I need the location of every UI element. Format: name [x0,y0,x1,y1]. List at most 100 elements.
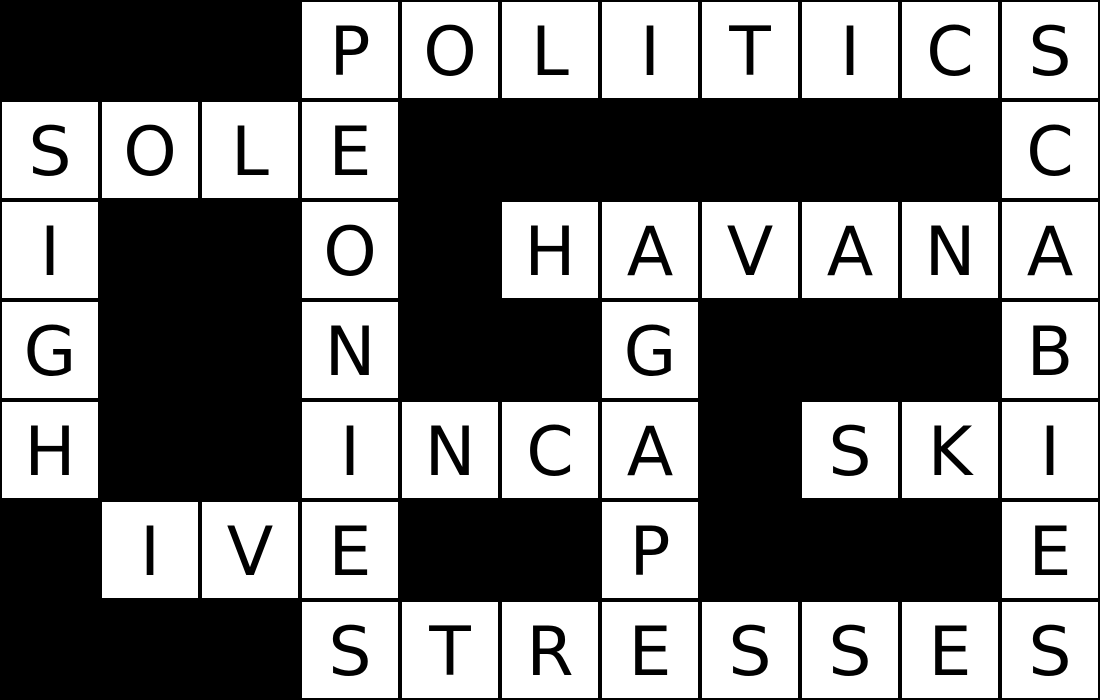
cell-letter: I [1039,413,1061,492]
black-square [900,500,1000,600]
black-square [100,600,200,700]
letter-cell[interactable]: C [500,400,600,500]
letter-cell[interactable]: S [800,400,900,500]
letter-cell[interactable]: C [900,0,1000,100]
letter-cell[interactable]: A [1000,200,1100,300]
black-square [100,400,200,500]
cell-letter: C [526,413,574,492]
letter-cell[interactable]: S [1000,600,1100,700]
cell-letter: T [429,613,471,692]
cell-letter: E [328,513,372,592]
letter-cell[interactable]: N [900,200,1000,300]
cell-letter: R [526,613,574,692]
letter-cell[interactable]: E [300,500,400,600]
letter-cell[interactable]: A [600,400,700,500]
cell-letter: P [629,513,671,592]
cell-letter: H [24,413,76,492]
black-square [600,100,700,200]
letter-cell[interactable]: I [1000,400,1100,500]
letter-cell[interactable]: I [300,400,400,500]
black-square [200,400,300,500]
cell-letter: P [329,13,371,92]
letter-cell[interactable]: V [700,200,800,300]
letter-cell[interactable]: A [800,200,900,300]
letter-cell[interactable]: I [800,0,900,100]
cell-letter: T [729,13,771,92]
cell-letter: O [123,113,177,192]
cell-letter: A [626,213,674,292]
cell-letter: S [28,113,72,192]
letter-cell[interactable]: L [200,100,300,200]
letter-cell[interactable]: B [1000,300,1100,400]
letter-cell[interactable]: I [0,200,100,300]
cell-letter: N [324,313,376,392]
letter-cell[interactable]: N [300,300,400,400]
letter-cell[interactable]: S [0,100,100,200]
cell-letter: G [623,313,677,392]
letter-cell[interactable]: E [1000,500,1100,600]
letter-cell[interactable]: E [900,600,1000,700]
letter-cell[interactable]: P [600,500,700,600]
letter-cell[interactable]: O [100,100,200,200]
letter-cell[interactable]: S [800,600,900,700]
letter-cell[interactable]: R [500,600,600,700]
cell-letter: S [728,613,772,692]
black-square [400,300,500,400]
letter-cell[interactable]: S [1000,0,1100,100]
black-square [800,500,900,600]
letter-cell[interactable]: S [300,600,400,700]
black-square [100,0,200,100]
crossword-grid: POLITICSSOLECIOHAVANAGNGBHINCASKIIVEPEST… [0,0,1100,700]
letter-cell[interactable]: O [400,0,500,100]
black-square [700,500,800,600]
cell-letter: A [626,413,674,492]
letter-cell[interactable]: E [600,600,700,700]
letter-cell[interactable]: I [100,500,200,600]
cell-letter: I [39,213,61,292]
letter-cell[interactable]: T [700,0,800,100]
letter-cell[interactable]: C [1000,100,1100,200]
black-square [900,100,1000,200]
black-square [0,0,100,100]
cell-letter: I [639,13,661,92]
cell-letter: E [928,613,972,692]
letter-cell[interactable]: S [700,600,800,700]
black-square [400,500,500,600]
letter-cell[interactable]: A [600,200,700,300]
cell-letter: G [23,313,77,392]
cell-letter: C [1026,113,1074,192]
letter-cell[interactable]: K [900,400,1000,500]
letter-cell[interactable]: T [400,600,500,700]
black-square [700,100,800,200]
letter-cell[interactable]: E [300,100,400,200]
letter-cell[interactable]: N [400,400,500,500]
letter-cell[interactable]: L [500,0,600,100]
cell-letter: H [524,213,576,292]
cell-letter: B [1026,313,1074,392]
black-square [700,400,800,500]
black-square [100,300,200,400]
black-square [200,200,300,300]
letter-cell[interactable]: G [0,300,100,400]
letter-cell[interactable]: V [200,500,300,600]
black-square [800,300,900,400]
letter-cell[interactable]: P [300,0,400,100]
cell-letter: L [231,113,269,192]
cell-letter: V [226,513,274,592]
letter-cell[interactable]: O [300,200,400,300]
letter-cell[interactable]: H [500,200,600,300]
letter-cell[interactable]: I [600,0,700,100]
letter-cell[interactable]: H [0,400,100,500]
cell-letter: A [826,213,874,292]
cell-letter: S [1028,13,1072,92]
cell-letter: S [828,413,872,492]
cell-letter: C [926,13,974,92]
letter-cell[interactable]: G [600,300,700,400]
black-square [900,300,1000,400]
cell-letter: N [424,413,476,492]
black-square [800,100,900,200]
cell-letter: K [927,413,973,492]
cell-letter: L [531,13,569,92]
cell-letter: O [423,13,477,92]
cell-letter: E [1028,513,1072,592]
